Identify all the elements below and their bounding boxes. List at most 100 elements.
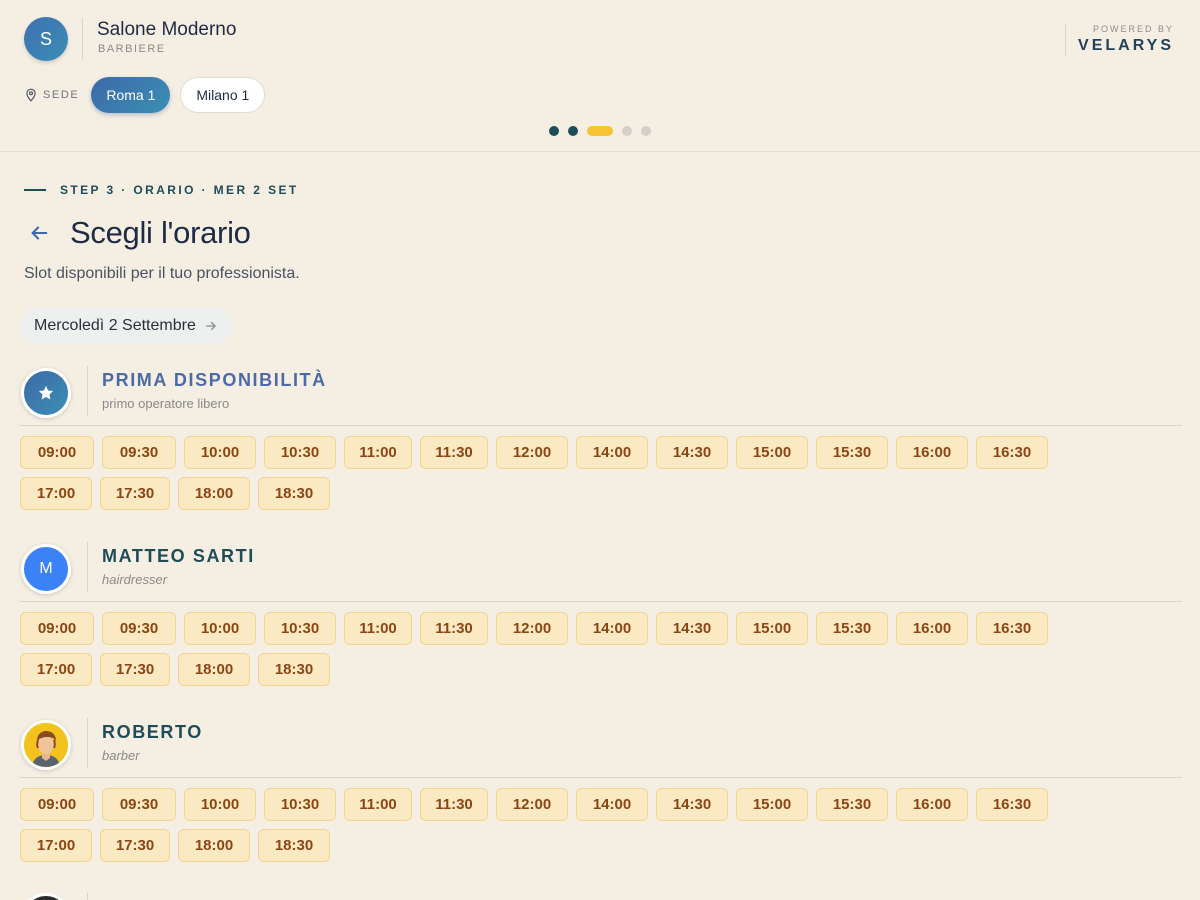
staff-avatar [21, 368, 71, 418]
time-slot-button[interactable]: 11:30 [420, 612, 488, 645]
time-slot-button[interactable]: 14:00 [576, 612, 648, 645]
sede-label: SEDE [43, 89, 80, 101]
staff-role: primo operatore libero [102, 396, 230, 411]
time-slot-button[interactable]: 17:30 [100, 477, 170, 510]
time-slot-button[interactable]: 12:00 [496, 788, 568, 821]
time-slot-button[interactable]: 15:00 [736, 612, 808, 645]
time-slot-button[interactable]: 15:30 [816, 436, 888, 469]
time-slot-button[interactable]: 17:00 [20, 653, 92, 686]
time-slots: 09:00 09:30 10:00 10:30 11:00 11:30 12:00 14:00… [20, 788, 1130, 870]
staff-role: hairdresser [102, 572, 168, 587]
star-icon [38, 385, 54, 400]
staff-avatar [21, 720, 71, 770]
time-slot-button[interactable]: 09:00 [20, 612, 94, 645]
time-slots: 09:00 09:30 10:00 10:30 11:00 11:30 12:00 14:00… [20, 612, 1130, 694]
time-slot-button[interactable]: 14:30 [656, 436, 728, 469]
divider [82, 18, 83, 60]
arrow-right-icon [205, 321, 216, 330]
step-line [24, 189, 46, 191]
time-slot-button[interactable]: 16:00 [896, 612, 968, 645]
time-slot-button[interactable]: 16:00 [896, 788, 968, 821]
time-slot-button[interactable]: 16:30 [976, 788, 1048, 821]
person-illustration-icon [24, 723, 68, 767]
time-slot-button[interactable]: 17:00 [20, 477, 92, 510]
time-slot-button[interactable]: 15:00 [736, 788, 808, 821]
time-slot-button[interactable]: 18:00 [178, 653, 250, 686]
time-slot-button[interactable]: 09:00 [20, 788, 94, 821]
header: S Salone Moderno BARBIERE POWERED BY VEL… [0, 0, 1200, 152]
sede-selector: SEDE Roma 1 Milano 1 [24, 77, 275, 113]
time-slot-button[interactable]: 18:30 [258, 477, 330, 510]
staff-avatar: M [21, 544, 71, 594]
staff-header: M MATTEO SARTI hairdresser [20, 542, 1182, 602]
brand-logo: VELARYS [1078, 37, 1174, 54]
location-pin-icon [26, 88, 36, 102]
time-slot-button[interactable]: 16:30 [976, 436, 1048, 469]
time-slot-button[interactable]: 17:00 [20, 829, 92, 862]
time-slot-button[interactable]: 15:00 [736, 436, 808, 469]
page-title: Scegli l'orario [70, 215, 251, 250]
time-slot-button[interactable]: 11:30 [420, 436, 488, 469]
time-slot-button[interactable]: 14:30 [656, 612, 728, 645]
divider [87, 542, 88, 592]
staff-section-roberto: ROBERTO barber 09:00 09:30 10:00 10:30 11:00… [20, 718, 1182, 870]
powered-by-label: POWERED BY [1092, 24, 1174, 34]
time-slot-button[interactable]: 18:30 [258, 829, 330, 862]
divider [87, 366, 88, 416]
sede-option-roma-1[interactable]: Roma 1 [91, 77, 171, 113]
avatar-initial: M [39, 560, 53, 577]
step-indicator: STEP 3 · ORARIO · MER 2 SET [24, 183, 299, 197]
staff-name: ROBERTO [102, 722, 203, 742]
time-slot-button[interactable]: 18:00 [178, 477, 250, 510]
time-slot-button[interactable]: 09:00 [20, 436, 94, 469]
time-slot-button[interactable]: 09:30 [102, 612, 176, 645]
time-slot-button[interactable]: 18:00 [178, 829, 250, 862]
salon-type: BARBIERE [98, 43, 166, 55]
salon-name: Salone Moderno [97, 19, 237, 40]
time-slot-button[interactable]: 16:30 [976, 612, 1048, 645]
staff-section-first-available: PRIMA DISPONIBILITÀ primo operatore libe… [20, 366, 1182, 518]
time-slot-button[interactable]: 14:30 [656, 788, 728, 821]
time-slots: 09:00 09:30 10:00 10:30 11:00 11:30 12:00 14:00… [20, 436, 1130, 518]
time-slot-button[interactable]: 17:30 [100, 829, 170, 862]
time-slot-button[interactable]: 18:30 [258, 653, 330, 686]
time-slot-button[interactable]: 10:00 [184, 612, 256, 645]
time-slot-button[interactable]: 14:00 [576, 788, 648, 821]
progress-dots [549, 126, 660, 136]
date-label: Mercoledì 2 Settembre [34, 316, 196, 334]
progress-dot-1 [549, 126, 559, 136]
time-slot-button[interactable]: 11:00 [344, 612, 412, 645]
staff-role: barber [102, 748, 140, 763]
time-slot-button[interactable]: 12:00 [496, 612, 568, 645]
step-text: STEP 3 · ORARIO · MER 2 SET [60, 183, 299, 197]
time-slot-button[interactable]: 15:30 [816, 788, 888, 821]
time-slot-button[interactable]: 11:30 [420, 788, 488, 821]
time-slot-button[interactable]: 10:30 [264, 788, 336, 821]
staff-name: MATTEO SARTI [102, 546, 255, 566]
time-slot-button[interactable]: 11:00 [344, 436, 412, 469]
time-slot-button[interactable]: 11:00 [344, 788, 412, 821]
salon-avatar: S [24, 17, 68, 61]
time-slot-button[interactable]: 17:30 [100, 653, 170, 686]
time-slot-button[interactable]: 15:30 [816, 612, 888, 645]
time-slot-button[interactable]: 10:30 [264, 436, 336, 469]
time-slot-button[interactable]: 16:00 [896, 436, 968, 469]
progress-dot-5 [641, 126, 651, 136]
progress-dot-2 [568, 126, 578, 136]
back-arrow-icon[interactable] [28, 222, 50, 244]
title-row: Scegli l'orario [28, 213, 251, 253]
divider [87, 718, 88, 768]
divider [87, 893, 88, 900]
time-slot-button[interactable]: 09:30 [102, 436, 176, 469]
time-slot-button[interactable]: 10:30 [264, 612, 336, 645]
progress-dot-4 [622, 126, 632, 136]
staff-avatar-next [21, 893, 71, 900]
date-selector-button[interactable]: Mercoledì 2 Settembre [20, 307, 232, 344]
time-slot-button[interactable]: 14:00 [576, 436, 648, 469]
time-slot-button[interactable]: 10:00 [184, 788, 256, 821]
time-slot-button[interactable]: 10:00 [184, 436, 256, 469]
sede-option-milano-1[interactable]: Milano 1 [180, 77, 266, 113]
time-slot-button[interactable]: 09:30 [102, 788, 176, 821]
time-slot-button[interactable]: 12:00 [496, 436, 568, 469]
powered-by: POWERED BY VELARYS [1065, 24, 1174, 56]
